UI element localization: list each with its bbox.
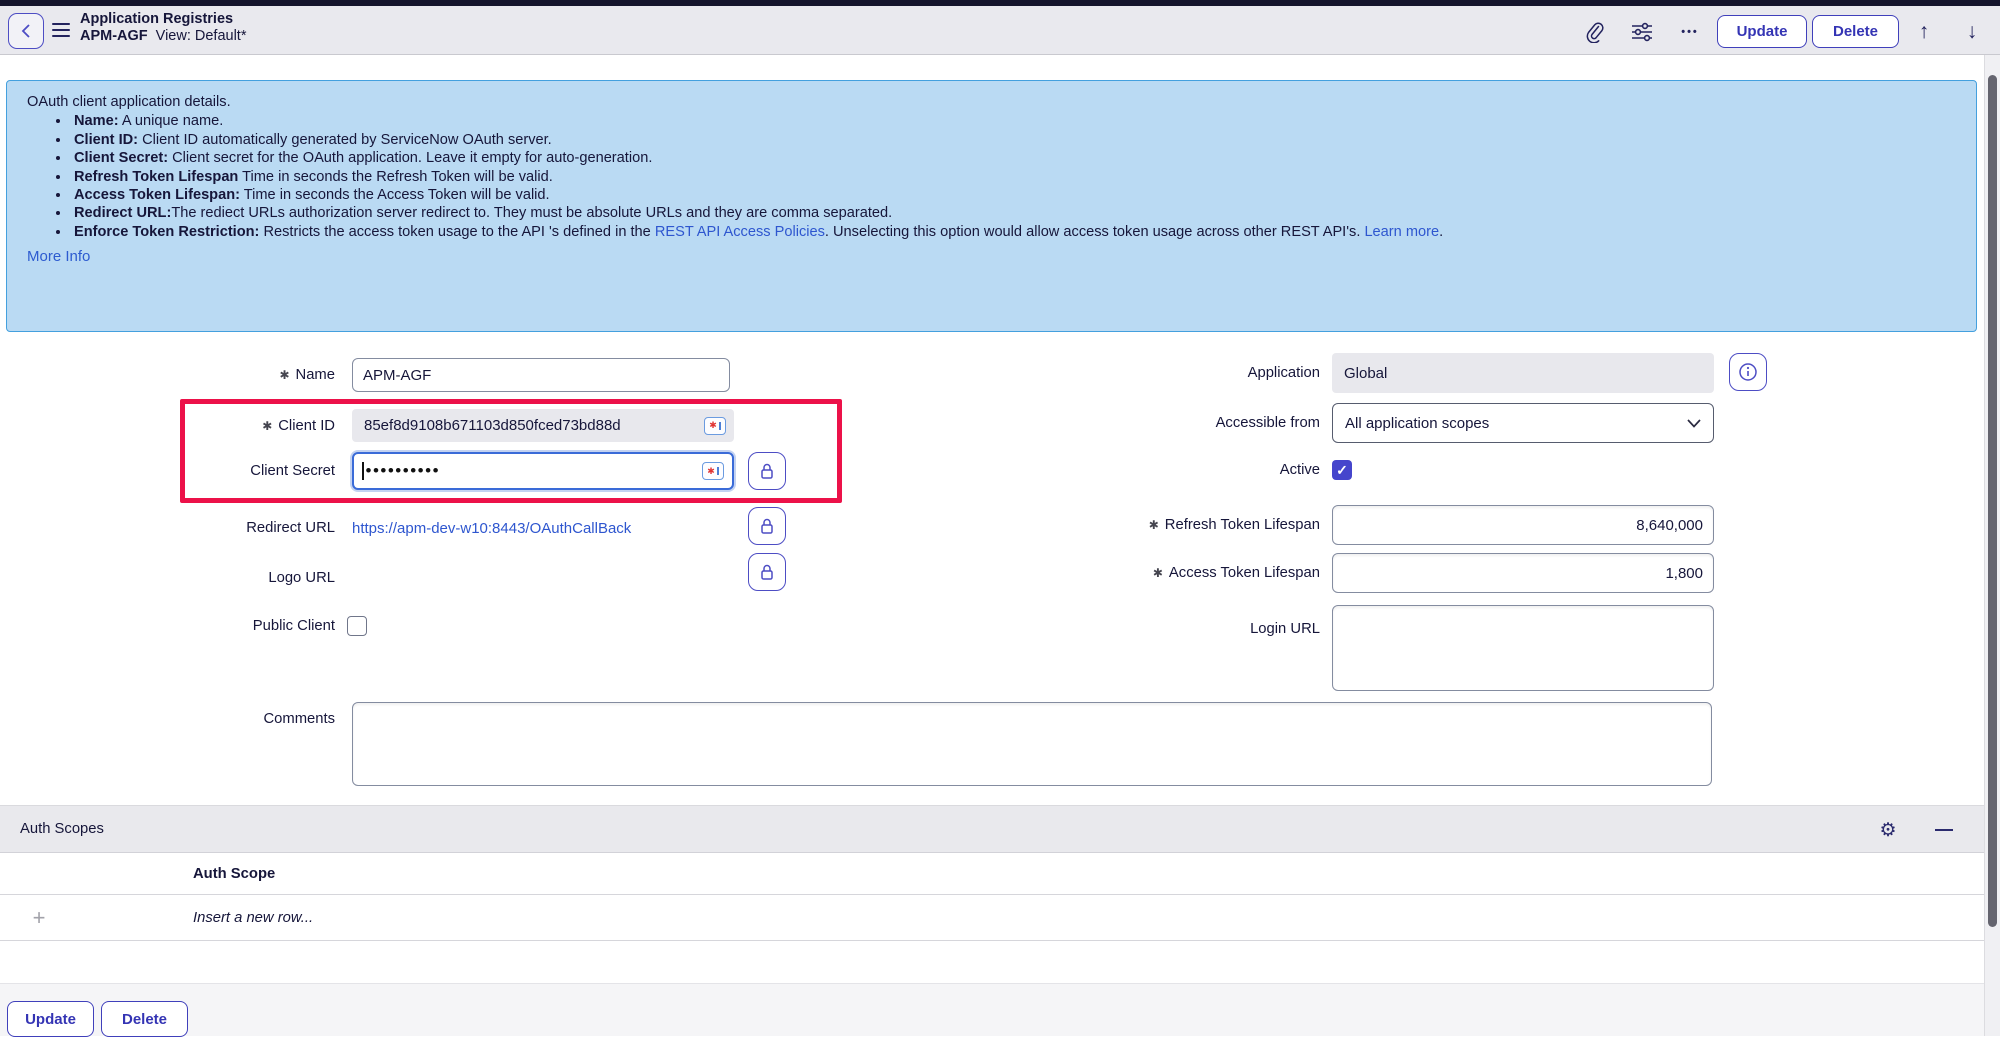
more-info-link[interactable]: More Info xyxy=(27,248,90,266)
application-value: Global xyxy=(1344,364,1388,382)
application-label: Application xyxy=(1247,365,1320,381)
client-secret-label: Client Secret xyxy=(250,463,335,479)
accessible-from-label: Accessible from xyxy=(1215,415,1320,431)
info-bullet: Redirect URL:The rediect URLs authorizat… xyxy=(71,204,1958,222)
comments-textarea[interactable] xyxy=(352,702,1712,786)
client-id-field: 85ef8d9108b671103d850fced73bd88d ✱ xyxy=(352,409,734,442)
active-label: Active xyxy=(1279,462,1320,478)
sliders-icon xyxy=(1632,22,1652,42)
logo-url-lock-button[interactable] xyxy=(748,553,786,591)
client-id-value: 85ef8d9108b671103d850fced73bd88d xyxy=(364,417,621,434)
access-token-lifespan-field[interactable] xyxy=(1332,553,1714,593)
back-button[interactable] xyxy=(8,13,44,49)
redirect-url-label: Redirect URL xyxy=(246,520,335,536)
update-button-bottom[interactable]: Update xyxy=(7,1001,94,1037)
autofill-icon: ✱ xyxy=(704,416,726,435)
application-field: Global xyxy=(1332,353,1714,393)
update-button[interactable]: Update xyxy=(1717,15,1807,48)
ellipsis-icon: ••• xyxy=(1681,26,1699,38)
attachment-button[interactable] xyxy=(1580,18,1608,46)
chevron-left-icon xyxy=(21,24,30,38)
info-bullet: Client ID: Client ID automatically gener… xyxy=(71,131,1958,149)
client-secret-field[interactable]: •••••••••• ✱ xyxy=(352,452,734,490)
delete-button[interactable]: Delete xyxy=(1812,15,1899,48)
lock-icon xyxy=(761,564,773,580)
info-message-box: OAuth client application details. Name: … xyxy=(6,80,1977,332)
info-bullet: Enforce Token Restriction: Restricts the… xyxy=(71,223,1958,241)
client-id-label: ✱ Client ID xyxy=(262,417,335,434)
arrow-down-button[interactable]: ↓ xyxy=(1958,18,1986,46)
form-header: Application Registries APM-AGF View: Defa… xyxy=(0,6,2000,55)
name-label: ✱ Name xyxy=(279,367,335,383)
record-subtitle: APM-AGF View: Default* xyxy=(80,28,246,45)
logo-url-label: Logo URL xyxy=(268,570,335,586)
required-icon: ✱ xyxy=(262,418,273,433)
title-block: Application Registries APM-AGF View: Defa… xyxy=(80,11,246,45)
required-icon: ✱ xyxy=(279,368,290,382)
delete-button-bottom[interactable]: Delete xyxy=(101,1001,188,1037)
info-bullet: Refresh Token Lifespan Time in seconds t… xyxy=(71,168,1958,186)
active-checkbox[interactable]: ✓ xyxy=(1332,460,1352,480)
page-title: Application Registries xyxy=(80,11,234,27)
auth-scopes-title: Auth Scopes xyxy=(20,821,104,837)
required-icon: ✱ xyxy=(1148,518,1159,532)
public-client-label: Public Client xyxy=(252,618,335,634)
view-label: View: Default* xyxy=(155,28,247,44)
text-cursor xyxy=(362,462,364,480)
minus-icon xyxy=(1935,829,1953,831)
chevron-down-icon xyxy=(1687,418,1701,428)
auth-scopes-collapse-button[interactable] xyxy=(1928,806,1960,854)
arrow-up-icon: ↑ xyxy=(1918,20,1930,43)
check-icon: ✓ xyxy=(1336,461,1348,478)
auth-scopes-settings-button[interactable]: ⚙ xyxy=(1872,806,1904,854)
info-bullet: Client Secret: Client secret for the OAu… xyxy=(71,149,1958,167)
public-client-checkbox[interactable] xyxy=(347,616,367,636)
personalize-form-button[interactable] xyxy=(1628,18,1656,46)
access-token-lifespan-label: ✱ Access Token Lifespan xyxy=(1152,565,1320,581)
login-url-label: Login URL xyxy=(1250,621,1320,637)
auth-scope-column-header: Auth Scope xyxy=(193,865,276,882)
rest-api-access-policies-link[interactable]: REST API Access Policies xyxy=(655,224,825,240)
more-actions-button[interactable]: ••• xyxy=(1676,18,1704,46)
login-url-textarea[interactable] xyxy=(1332,605,1714,691)
application-info-button[interactable] xyxy=(1729,353,1767,391)
refresh-token-lifespan-label: ✱ Refresh Token Lifespan xyxy=(1148,517,1320,533)
record-name: APM-AGF xyxy=(80,28,148,44)
learn-more-link[interactable]: Learn more xyxy=(1364,224,1439,240)
gear-icon: ⚙ xyxy=(1879,819,1897,841)
form-footer: Update Delete xyxy=(0,983,2000,1037)
auth-scope-table-header: Auth Scope xyxy=(0,853,1984,895)
info-bullet-list: Name: A unique name. Client ID: Client I… xyxy=(27,112,1958,241)
info-intro: OAuth client application details. xyxy=(27,94,231,110)
scrollbar-thumb[interactable] xyxy=(1988,75,1997,927)
refresh-token-lifespan-field[interactable] xyxy=(1332,505,1714,545)
autofill-icon: ✱ xyxy=(702,462,724,480)
lock-icon xyxy=(761,518,773,534)
comments-label: Comments xyxy=(263,711,335,727)
plus-icon: + xyxy=(32,904,46,930)
redirect-url-lock-button[interactable] xyxy=(748,507,786,545)
paperclip-icon xyxy=(1586,22,1604,43)
client-secret-value: •••••••••• xyxy=(365,461,441,480)
info-bullet: Name: A unique name. xyxy=(71,112,1958,130)
auth-scopes-section-header: Auth Scopes ⚙ xyxy=(0,805,1984,853)
arrow-up-button[interactable]: ↑ xyxy=(1910,18,1938,46)
accessible-from-select[interactable]: All application scopes xyxy=(1332,403,1714,443)
required-icon: ✱ xyxy=(1152,566,1163,580)
client-secret-lock-button[interactable] xyxy=(748,452,786,490)
menu-icon[interactable] xyxy=(52,23,70,37)
info-icon xyxy=(1739,363,1757,381)
info-bullet: Access Token Lifespan: Time in seconds t… xyxy=(71,186,1958,204)
redirect-url-link[interactable]: https://apm-dev-w10:8443/OAuthCallBack xyxy=(352,510,631,546)
insert-row-label: Insert a new row... xyxy=(193,909,314,926)
insert-new-row[interactable]: + Insert a new row... xyxy=(0,895,1984,941)
accessible-from-value: All application scopes xyxy=(1345,414,1490,432)
name-field[interactable] xyxy=(352,358,730,392)
arrow-down-icon: ↓ xyxy=(1966,20,1978,43)
lock-icon xyxy=(761,463,773,479)
